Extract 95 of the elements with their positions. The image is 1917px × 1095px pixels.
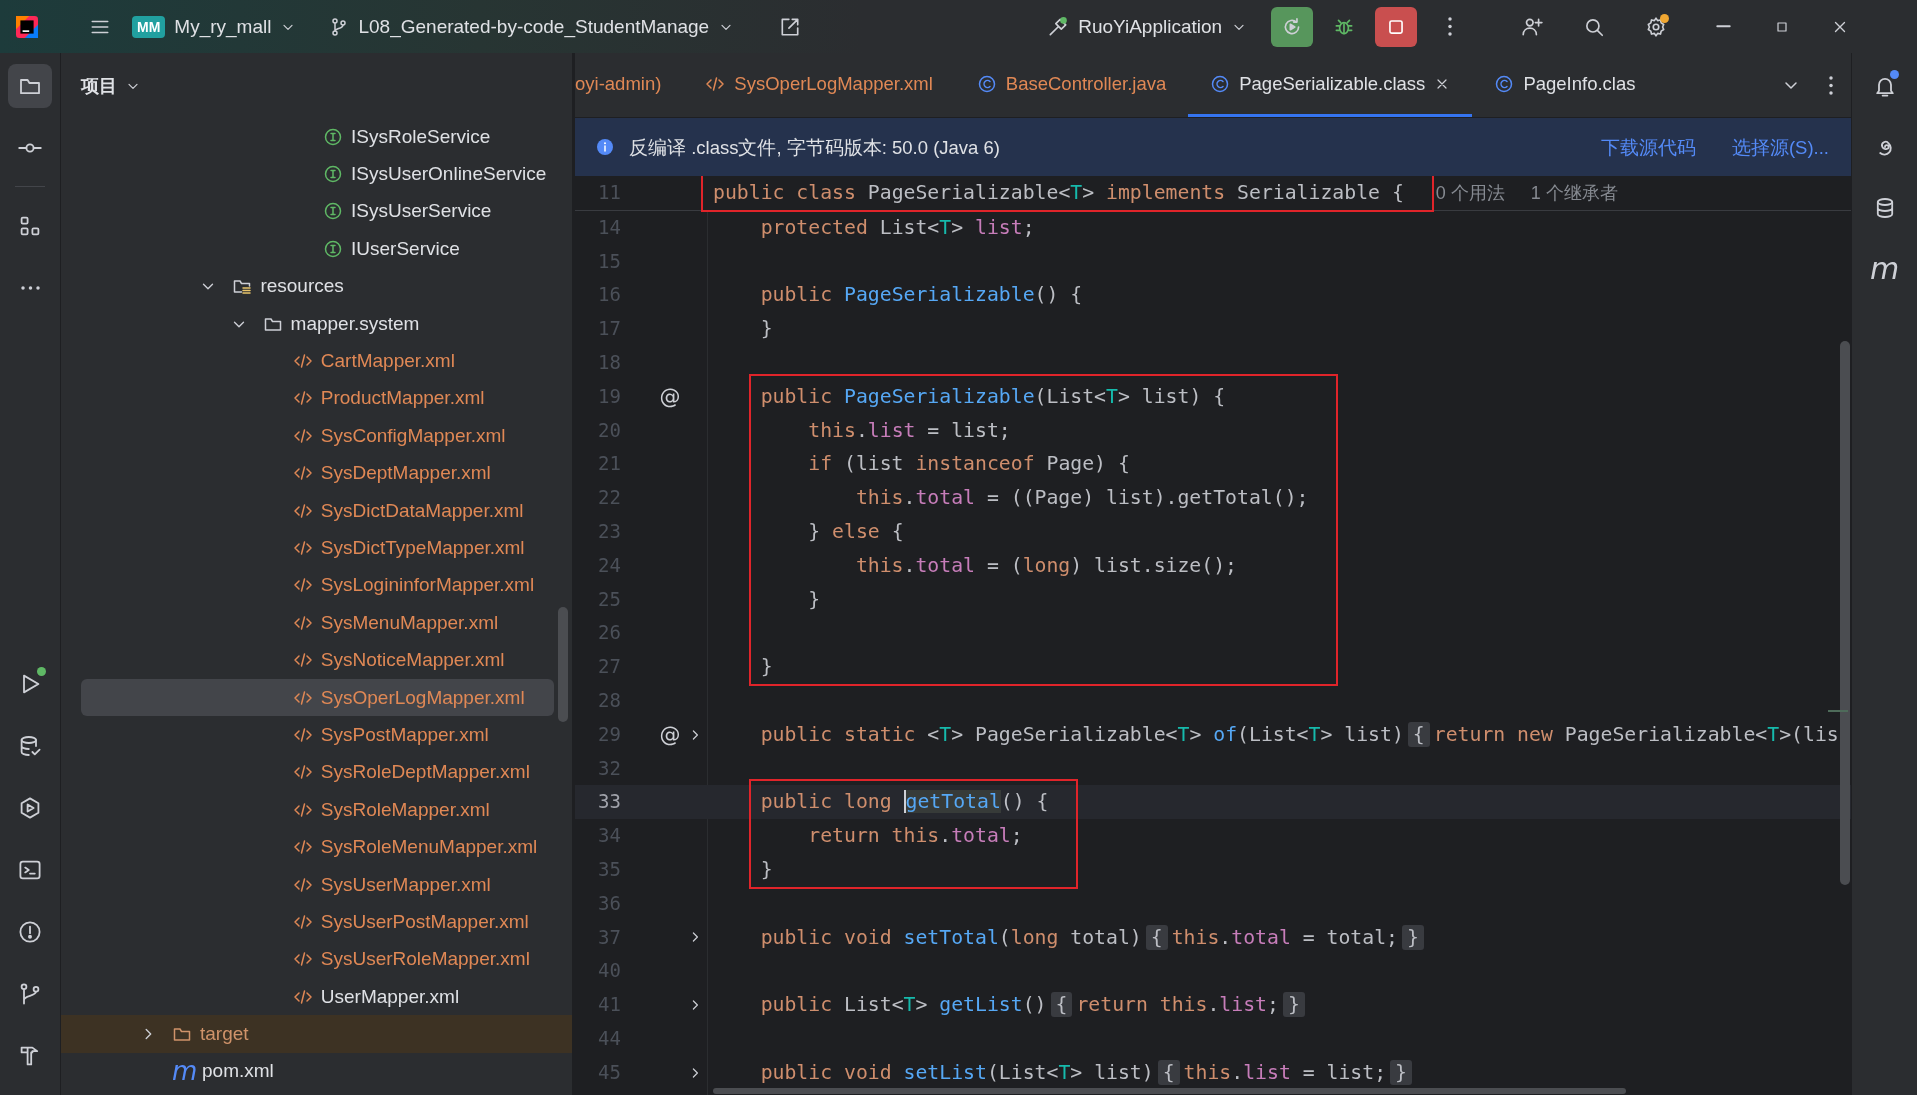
code-line: public void setTotal(long total) { this.total = total; } <box>760 920 1428 955</box>
code-line: public PageSerializable() { <box>760 282 1083 309</box>
gutter-marker[interactable]: @ <box>657 384 683 409</box>
inlay-hint: 1 个继承者 <box>1530 181 1618 205</box>
stop-button[interactable] <box>1375 6 1418 47</box>
tree-item[interactable]: SysNoticeMapper.xml <box>81 641 554 679</box>
tree-item[interactable]: resources <box>81 267 554 305</box>
tree-item[interactable]: CartMapper.xml <box>81 342 554 380</box>
tree-item[interactable]: SysRoleDeptMapper.xml <box>81 753 554 792</box>
tree-item[interactable]: SysConfigMapper.xml <box>81 417 554 455</box>
add-user-icon <box>1521 15 1544 38</box>
tree-item[interactable]: SysDictTypeMapper.xml <box>81 529 554 567</box>
tree-item[interactable]: SysUserMapper.xml <box>81 865 554 904</box>
tree-item[interactable]: ISysUserOnlineService <box>81 155 554 193</box>
panel-title[interactable]: 项目 <box>81 73 117 98</box>
project-badge: MM <box>132 15 166 38</box>
tree-item[interactable]: ISysRoleService <box>81 118 554 156</box>
external-link-icon <box>779 15 802 38</box>
code-line: } <box>808 586 821 613</box>
more-icon <box>20 286 40 290</box>
editor-tab[interactable]: BaseController.java <box>954 53 1189 117</box>
tree-item[interactable]: SysRoleMenuMapper.xml <box>81 828 554 866</box>
tree-item[interactable]: UserMapper.xml <box>81 978 554 1016</box>
branch-selector[interactable]: L08_Generated-by-code_StudentManage <box>329 15 735 38</box>
code-line: public PageSerializable(List<T> list) { <box>760 383 1226 410</box>
tree-item[interactable]: ProductMapper.xml <box>81 379 554 418</box>
tree-item[interactable]: SysDeptMapper.xml <box>81 454 554 492</box>
tree-item[interactable]: SysPostMapper.xml <box>81 716 554 754</box>
banner-message: 反编译 .class文件, 字节码版本: 50.0 (Java 6) <box>629 135 1001 160</box>
services-icon <box>18 796 42 820</box>
tree-item[interactable]: m pom.xml <box>81 1052 554 1091</box>
info-icon <box>595 137 615 157</box>
tree-item[interactable]: target <box>61 1015 572 1053</box>
editor-tab[interactable]: PageInfo.clas <box>1472 53 1658 117</box>
structure-icon <box>18 214 42 238</box>
tree-item[interactable]: mapper.system <box>81 304 554 343</box>
project-selector[interactable]: MM My_ry_mall <box>132 15 297 38</box>
interface-icon <box>323 126 343 147</box>
class-icon <box>976 73 997 94</box>
scrollbar-thumb[interactable] <box>1840 341 1850 885</box>
minimize-icon <box>1715 25 1731 28</box>
database-check-icon <box>18 734 42 758</box>
code-line: public List<T> getList() { return this.list; } <box>760 988 1309 1022</box>
tree-item[interactable]: IUserService <box>81 230 554 268</box>
run-configuration-icon <box>1047 15 1070 38</box>
editor-tab[interactable]: oyi-admin) <box>575 53 684 117</box>
rerun-button[interactable] <box>1271 6 1314 47</box>
code-line: public class PageSerializable<T> implements Serializable { <box>713 180 1404 206</box>
tree-item[interactable]: ISysUserService <box>81 192 554 231</box>
tool-window-button[interactable]: m <box>1862 247 1907 291</box>
terminal-icon <box>18 858 42 882</box>
git-branch-icon <box>18 982 42 1006</box>
interface-icon <box>323 164 343 185</box>
app-logo-icon[interactable] <box>16 15 38 38</box>
line-number: 33 <box>597 789 622 815</box>
code-line: } else { <box>808 518 904 545</box>
code-line: public long getTotal() { <box>760 789 1049 816</box>
banner-link[interactable]: 下载源代码 <box>1600 134 1696 160</box>
code-line: public void setList(List<T> list) { this.list = list; } <box>760 1055 1416 1090</box>
tree-item[interactable]: SysUserRoleMapper.xml <box>81 940 554 978</box>
change-marker <box>1828 710 1848 712</box>
interface-icon <box>323 238 343 259</box>
run-configuration-selector[interactable]: RuoYiApplication <box>1047 15 1248 38</box>
code-line: } <box>760 856 773 883</box>
gutter-marker[interactable]: @ <box>657 722 683 747</box>
tree-item[interactable]: SysRoleMapper.xml <box>81 791 554 829</box>
m-icon: m <box>1869 254 1900 284</box>
banner-link[interactable]: 选择源(S)... <box>1731 134 1829 160</box>
code-line: this.list = list; <box>808 417 1011 444</box>
code-line: this.total = ((Page) list).getTotal(); <box>855 485 1309 512</box>
tree-item[interactable]: SysMenuMapper.xml <box>81 604 554 642</box>
tree-item[interactable]: SysDictDataMapper.xml <box>81 491 554 530</box>
interface-icon <box>323 201 343 222</box>
tree-item[interactable]: SysUserPostMapper.xml <box>81 903 554 941</box>
tool-window-button[interactable] <box>8 64 52 108</box>
code-tag-icon <box>292 538 313 558</box>
problems-icon <box>18 920 42 944</box>
inlay-hint: 0 个用法 <box>1435 181 1505 205</box>
more-vertical-icon <box>1829 75 1833 95</box>
more-vertical-icon <box>1448 17 1453 36</box>
code-line: } <box>760 654 773 681</box>
scrollbar-thumb[interactable] <box>713 1088 1626 1094</box>
scrollbar-thumb[interactable] <box>558 607 568 722</box>
class-icon <box>1210 73 1231 94</box>
code-line: return this.total; <box>808 823 1023 850</box>
tree-item[interactable]: SysOperLogMapper.xml <box>81 678 554 717</box>
code-line: if (list instanceof Page) { <box>808 451 1130 478</box>
code-line: public static <T> PageSerializable<T> of(List<T> list) { return new PageSerializable<T>(lis <box>760 720 1839 749</box>
code-line: protected List<T> list; <box>760 214 1035 241</box>
class-icon <box>1494 73 1515 94</box>
code-line: this.total = (long) list.size(); <box>855 552 1237 579</box>
code-line: } <box>760 316 773 343</box>
editor-tab[interactable]: SysOperLogMapper.xml <box>683 53 955 117</box>
m-icon: m <box>172 1061 194 1082</box>
tree-item[interactable]: SysLogininforMapper.xml <box>81 566 554 605</box>
